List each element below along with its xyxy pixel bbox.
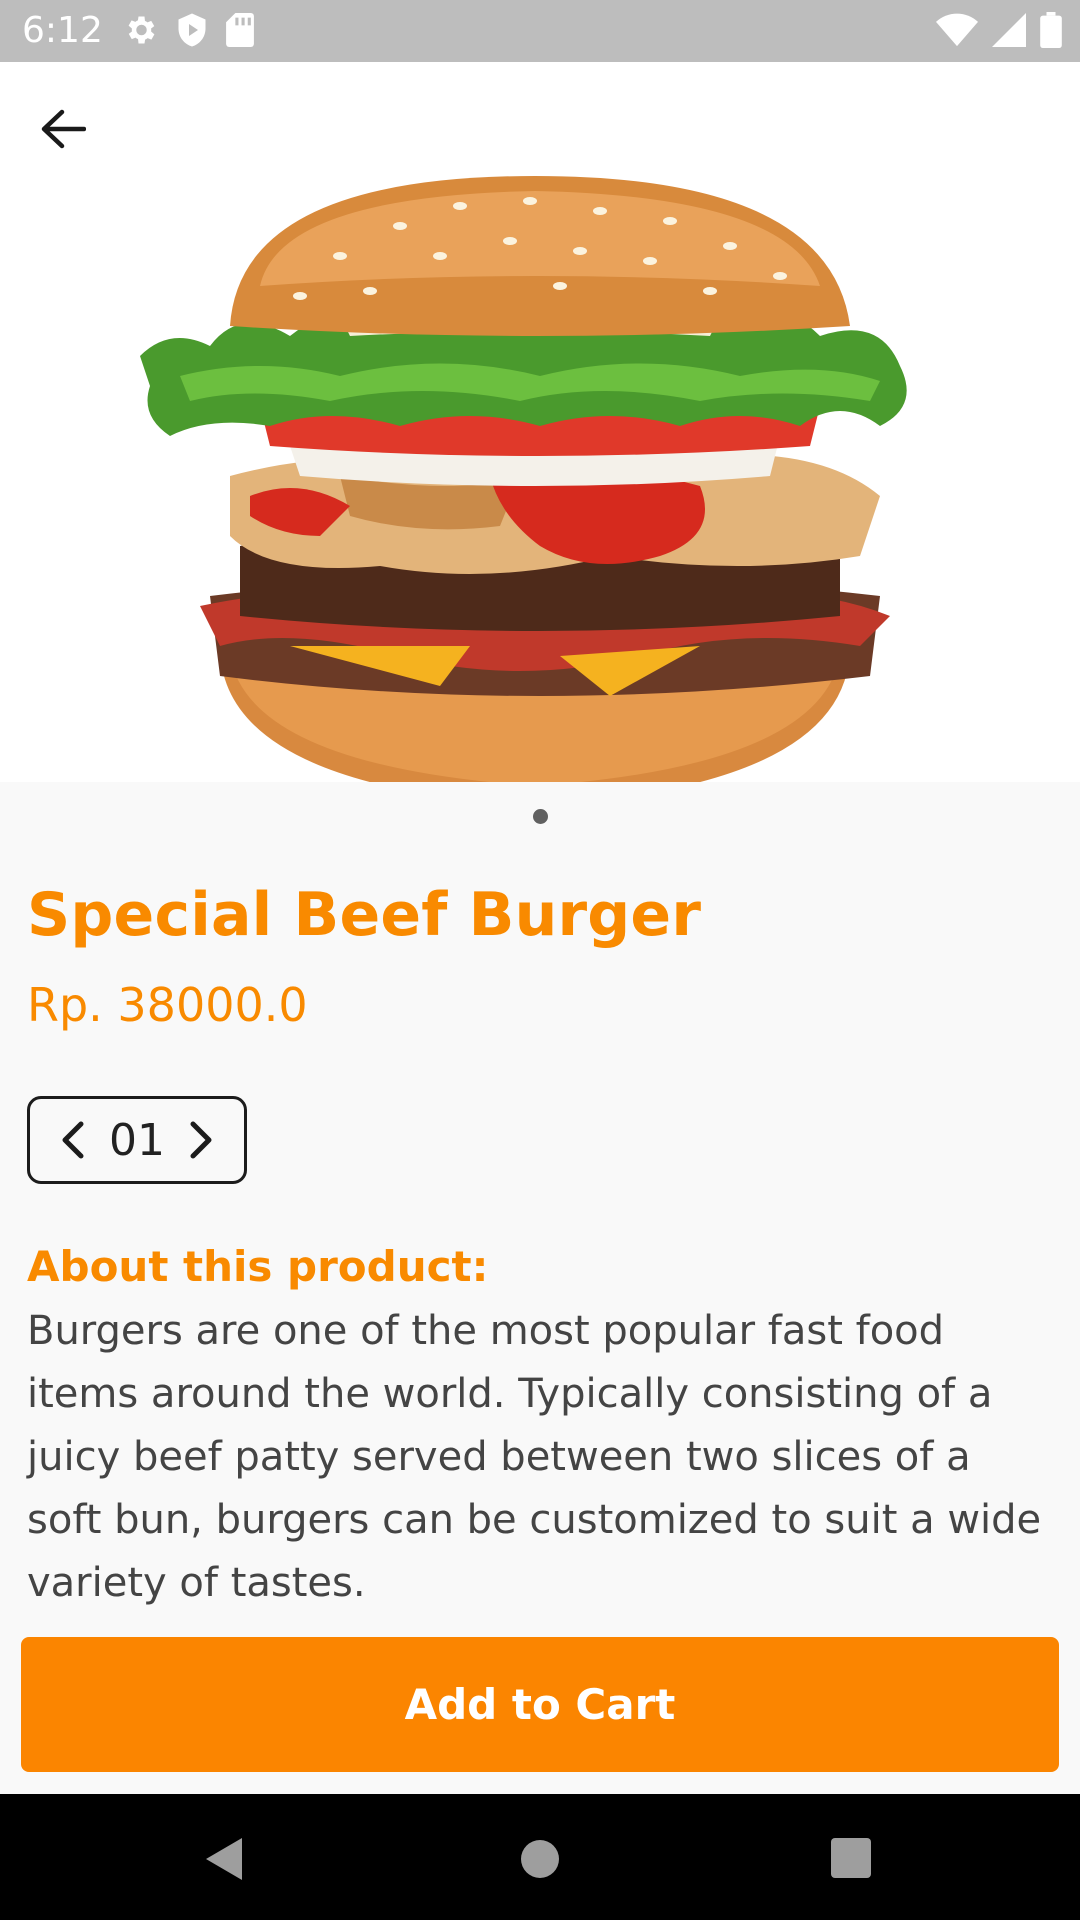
arrow-left-icon [41,109,86,149]
nav-home-icon[interactable] [521,1840,559,1878]
carousel-indicator-dot [533,809,548,824]
about-description: Burgers are one of the most popular fast… [27,1308,1042,1606]
increase-quantity-button[interactable] [182,1115,222,1165]
status-time: 6:12 [22,10,103,51]
nav-back-icon[interactable] [204,1836,244,1886]
chevron-right-icon [190,1121,212,1159]
system-navigation-bar [0,1794,1080,1920]
gear-icon [122,12,158,52]
nav-recents-icon[interactable] [831,1838,871,1878]
status-icons-right [936,12,1062,52]
back-button[interactable] [30,96,96,162]
battery-icon [1040,12,1062,52]
shield-icon [176,12,208,52]
product-title: Special Beef Burger [27,880,702,950]
status-bar: 6:12 [0,0,1080,62]
quantity-value: 01 [109,1114,165,1166]
quantity-stepper: 01 [27,1096,247,1184]
wifi-icon [936,13,978,51]
about-heading: About this product: [27,1242,489,1291]
decrease-quantity-button[interactable] [52,1115,92,1165]
signal-icon [992,13,1026,51]
burger-image [140,176,907,782]
status-icons-left [122,12,254,52]
product-image-carousel[interactable] [0,62,1080,782]
sd-card-icon [226,13,254,51]
product-price: Rp. 38000.0 [27,978,308,1032]
chevron-left-icon [62,1121,84,1159]
add-to-cart-button[interactable]: Add to Cart [21,1637,1059,1772]
